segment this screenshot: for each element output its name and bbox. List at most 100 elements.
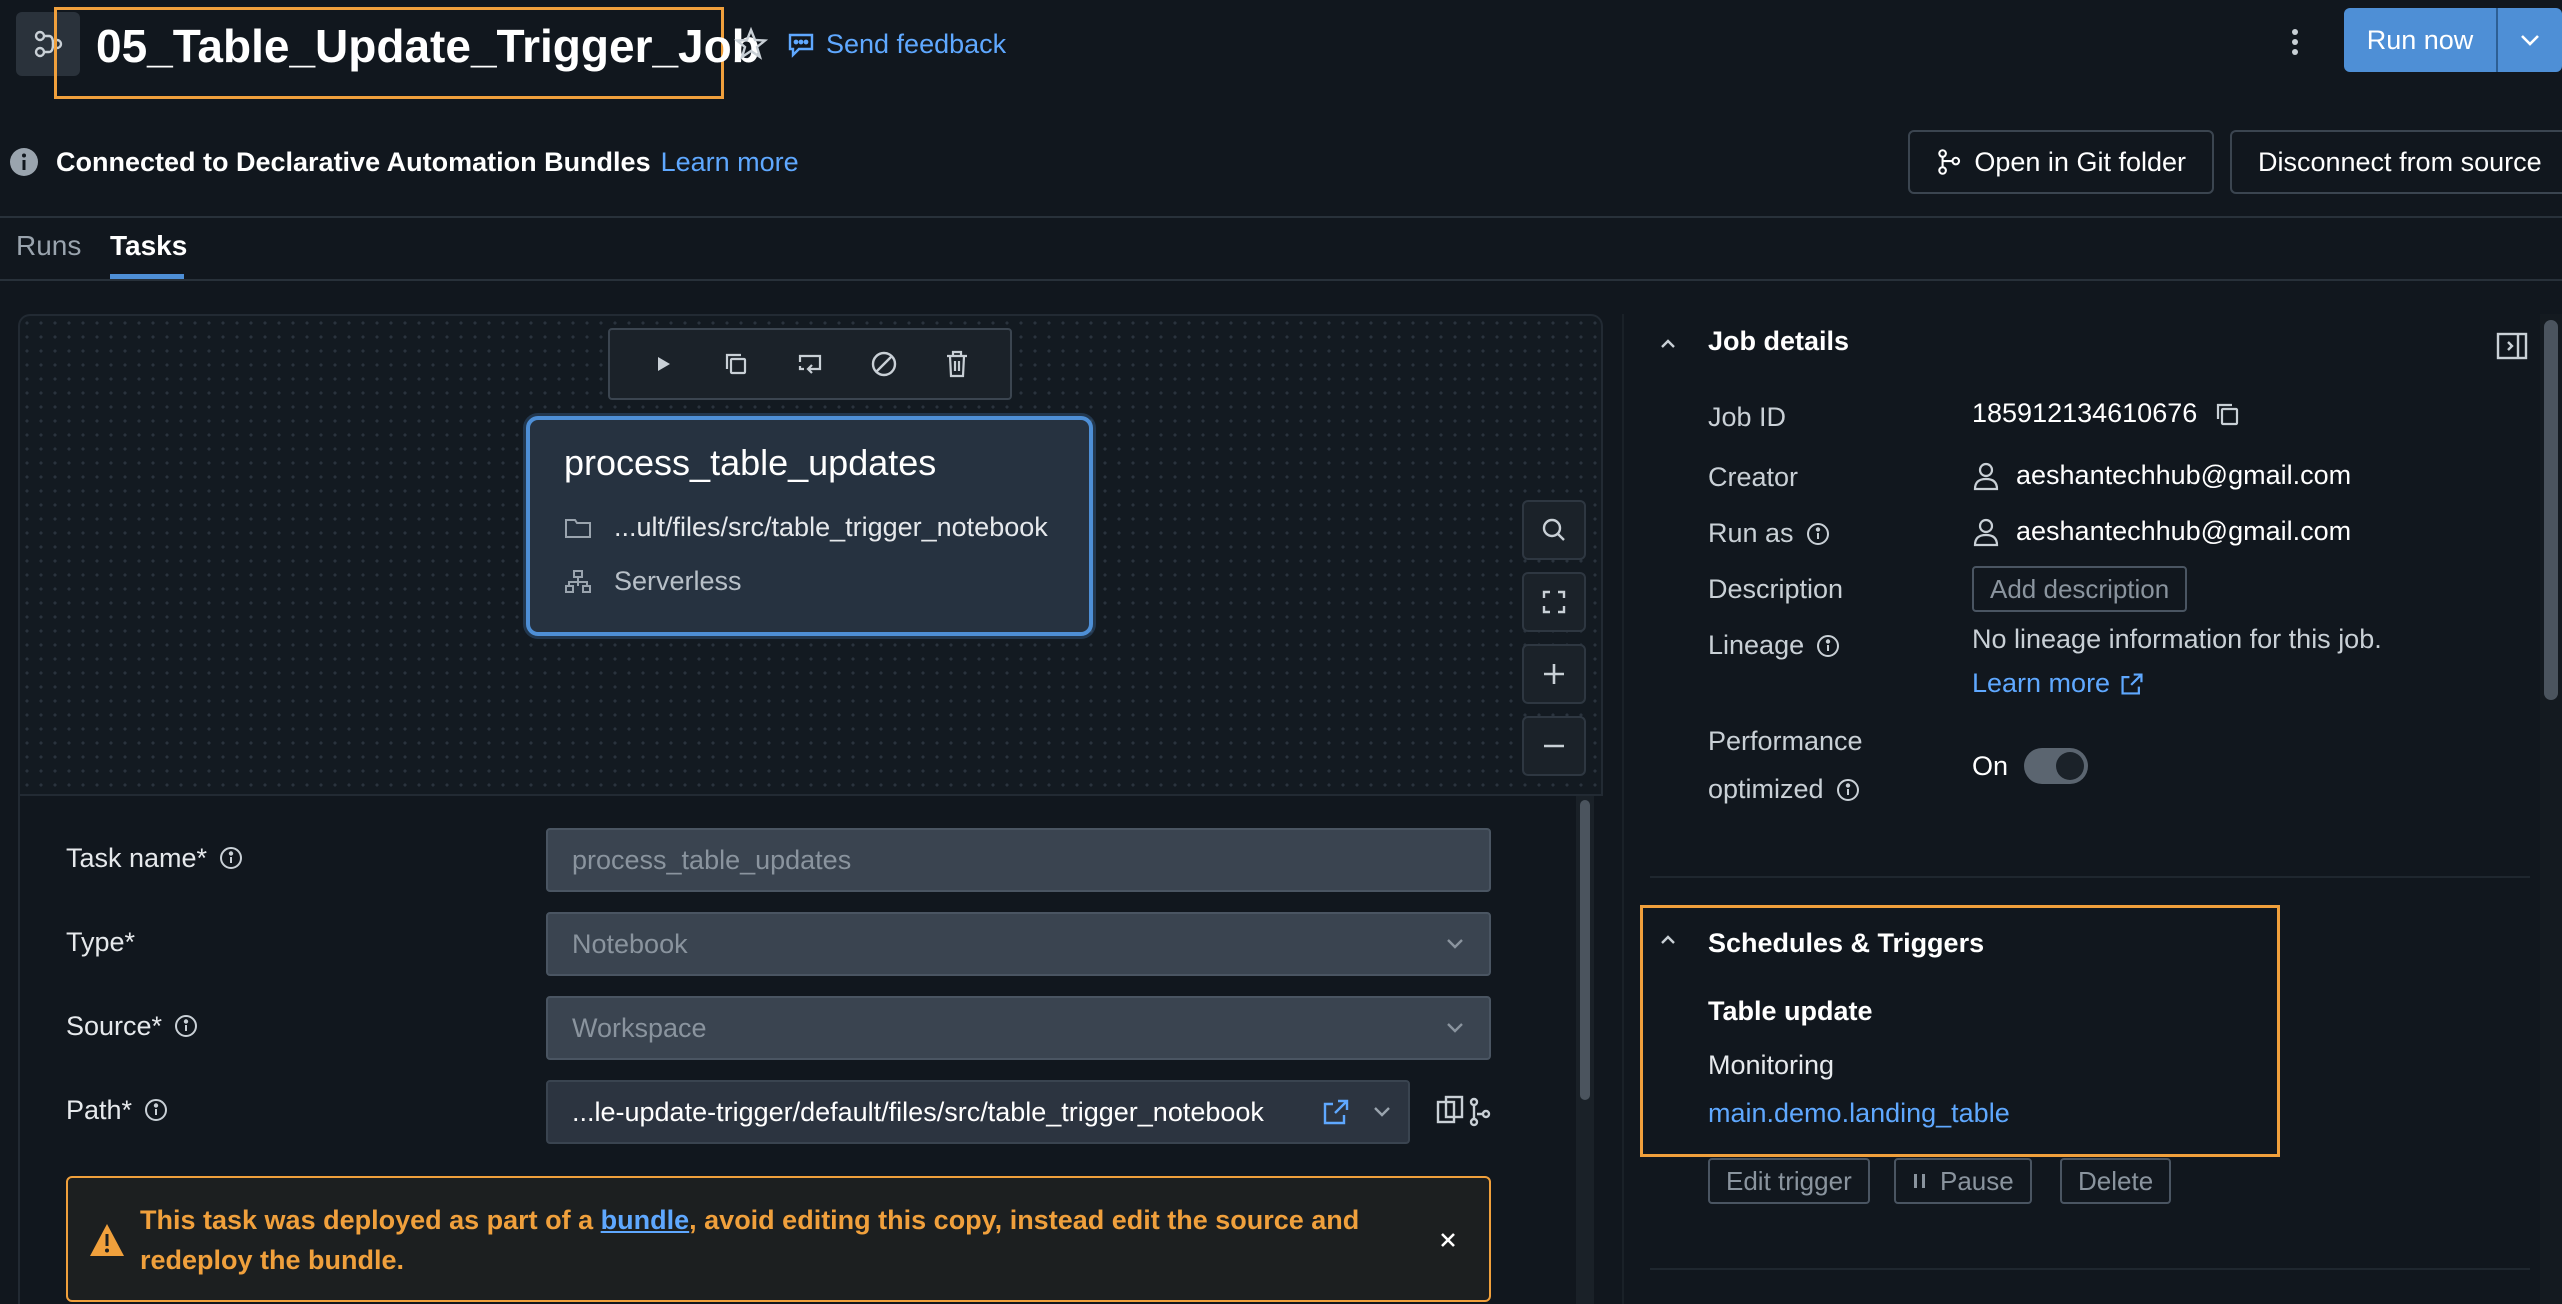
task-toolbar	[608, 328, 1012, 400]
monitored-table-link[interactable]: main.demo.landing_table	[1708, 1098, 2010, 1129]
lineage-learn-more-link[interactable]: Learn more	[1972, 668, 2144, 699]
task-name-label-text: Task name*	[66, 843, 208, 873]
run-as-row: aeshantechhub@gmail.com	[1972, 516, 2351, 547]
send-feedback-label: Send feedback	[826, 28, 1007, 59]
info-icon[interactable]	[174, 1014, 198, 1038]
chevron-up-icon[interactable]	[1656, 332, 1680, 356]
warning-text-start: This task was deployed as part of a	[140, 1205, 601, 1235]
close-icon[interactable]	[1430, 1222, 1466, 1258]
disable-icon	[871, 351, 896, 377]
job-details-heading[interactable]: Job details	[1708, 326, 1849, 357]
performance-label: Performance	[1708, 726, 1863, 756]
tab-tasks[interactable]: Tasks	[110, 226, 187, 276]
add-description-button[interactable]: Add description	[1972, 566, 2188, 612]
delete-trigger-button[interactable]: Delete	[2060, 1158, 2172, 1204]
bundle-connection-label: Connected to Declarative Automation Bund…	[56, 147, 651, 177]
info-icon[interactable]	[219, 846, 243, 870]
run-as-value: aeshantechhub@gmail.com	[2016, 516, 2352, 546]
performance-toggle[interactable]	[2024, 748, 2089, 784]
copy-icon	[726, 353, 747, 375]
job-id-value: 185912134610676	[1972, 398, 2198, 428]
task-node[interactable]: process_table_updates ...ult/files/src/t…	[526, 416, 1093, 636]
tab-runs[interactable]: Runs	[16, 226, 81, 276]
job-id-row: 185912134610676	[1972, 398, 2241, 429]
task-node-path: ...ult/files/src/table_trigger_notebook	[614, 512, 1048, 542]
info-icon[interactable]	[1836, 778, 1860, 802]
edit-trigger-button[interactable]: Edit trigger	[1708, 1158, 1870, 1204]
optimized-label-text: optimized	[1708, 774, 1824, 804]
performance-value: On	[1972, 750, 2009, 781]
description-label: Description	[1708, 574, 1844, 604]
path-input[interactable]: ...le-update-trigger/default/files/src/t…	[546, 1080, 1410, 1144]
chevron-down-icon	[2521, 35, 2539, 46]
pause-trigger-button[interactable]: Pause	[1894, 1158, 2032, 1204]
git-compare-icon[interactable]	[1434, 1092, 1492, 1132]
schedules-triggers-heading[interactable]: Schedules & Triggers	[1708, 928, 1984, 959]
zoom-in-button[interactable]	[1522, 644, 1586, 704]
external-link-icon[interactable]	[1322, 1098, 1350, 1126]
chevron-down-icon[interactable]	[1372, 1106, 1392, 1118]
copy-icon[interactable]	[2213, 400, 2241, 428]
bundle-warning-alert: This task was deployed as part of a bund…	[66, 1176, 1491, 1302]
creator-value: aeshantechhub@gmail.com	[2016, 460, 2352, 490]
disable-task-button[interactable]	[860, 340, 908, 388]
lineage-label: Lineage	[1708, 630, 1840, 661]
collapse-panel-icon[interactable]	[2494, 328, 2530, 364]
type-label: Type*	[66, 927, 136, 957]
git-branch-icon	[1938, 149, 1961, 175]
more-options-icon[interactable]	[2280, 18, 2310, 66]
form-scrollbar[interactable]	[1580, 800, 1590, 1100]
bundle-connection-text: Connected to Declarative Automation Bund…	[56, 144, 799, 180]
open-in-git-folder-button[interactable]: Open in Git folder	[1908, 130, 2214, 194]
fullscreen-icon	[1542, 590, 1566, 614]
type-value: Notebook	[572, 928, 688, 959]
path-label-text: Path*	[66, 1095, 133, 1125]
run-as-label: Run as	[1708, 518, 1830, 549]
info-icon[interactable]	[1816, 634, 1840, 658]
loop-icon	[798, 354, 822, 374]
repair-task-button[interactable]	[786, 340, 834, 388]
user-icon	[1973, 518, 1999, 546]
optimized-label: optimized	[1708, 774, 1860, 805]
bundle-link[interactable]: bundle	[601, 1205, 690, 1235]
fit-view-button[interactable]	[1522, 572, 1586, 632]
lineage-text: No lineage information for this job.	[1972, 624, 2382, 654]
play-icon	[657, 357, 670, 371]
disconnect-from-source-button[interactable]: Disconnect from source	[2230, 130, 2562, 194]
info-icon[interactable]	[144, 1098, 168, 1122]
favorite-star-icon[interactable]	[733, 22, 774, 66]
warning-icon	[88, 1222, 126, 1258]
info-icon[interactable]	[1806, 522, 1830, 546]
send-feedback-link[interactable]: Send feedback	[786, 22, 1006, 66]
lineage-learn-more-label: Learn more	[1972, 668, 2111, 698]
run-task-button[interactable]	[639, 340, 687, 388]
run-now-button[interactable]: Run now	[2344, 8, 2496, 72]
info-icon	[8, 146, 40, 178]
source-label-text: Source*	[66, 1011, 163, 1041]
chevron-up-icon[interactable]	[1656, 928, 1680, 952]
path-label: Path*	[66, 1090, 168, 1130]
trigger-monitoring-label: Monitoring	[1708, 1050, 1835, 1080]
search-nodes-button[interactable]	[1522, 500, 1586, 560]
zoom-out-button[interactable]	[1522, 716, 1586, 776]
task-name-input[interactable]: process_table_updates	[546, 828, 1491, 892]
task-name-value: process_table_updates	[572, 844, 852, 875]
right-panel-divider	[1622, 314, 1624, 1304]
section-divider	[1650, 876, 2530, 878]
panel-scrollbar[interactable]	[2544, 320, 2558, 700]
task-node-name: process_table_updates	[564, 442, 937, 483]
open-in-git-folder-label: Open in Git folder	[1974, 146, 2186, 177]
path-value: ...le-update-trigger/default/files/src/t…	[572, 1096, 1264, 1127]
bundle-learn-more-link[interactable]: Learn more	[661, 147, 799, 177]
run-now-dropdown-button[interactable]	[2498, 8, 2562, 72]
compute-cluster-icon	[565, 569, 591, 593]
section-divider	[1650, 1268, 2530, 1270]
source-select[interactable]: Workspace	[546, 996, 1491, 1060]
clone-task-button[interactable]	[712, 340, 760, 388]
pause-icon	[1914, 1174, 1925, 1188]
creator-label: Creator	[1708, 462, 1799, 492]
delete-task-button[interactable]	[933, 340, 981, 388]
type-select[interactable]: Notebook	[546, 912, 1491, 976]
chevron-down-icon	[1447, 1023, 1463, 1033]
page-title[interactable]: 05_Table_Update_Trigger_Job	[96, 14, 760, 78]
